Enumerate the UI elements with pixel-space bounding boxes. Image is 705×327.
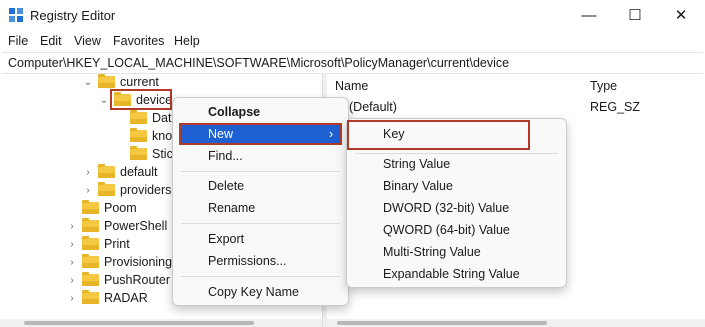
chevron-down-icon[interactable]: ⌄ (82, 77, 94, 88)
title-bar: Registry Editor — ☐ ✕ (0, 0, 705, 32)
menu-item-rename[interactable]: Rename (208, 197, 255, 219)
column-header-name[interactable]: Name (335, 79, 368, 93)
window-title: Registry Editor (30, 8, 116, 23)
context-menu: Collapse New › Find... Delete Rename Exp… (172, 97, 349, 306)
submenu-item-multi-string-value[interactable]: Multi-String Value (383, 241, 481, 263)
menu-item-find[interactable]: Find... (208, 145, 243, 167)
menu-help[interactable]: Help (174, 34, 200, 48)
highlight-box (110, 89, 172, 110)
folder-icon (130, 128, 147, 142)
tree-item-stic[interactable]: Stic (114, 145, 173, 163)
tree-item-label: Poom (104, 201, 137, 215)
tree-item-label: Print (104, 237, 130, 251)
menu-separator (181, 223, 340, 224)
chevron-right-icon[interactable]: › (66, 239, 78, 250)
maximize-button[interactable]: ☐ (612, 0, 658, 32)
values-horizontal-scrollbar[interactable] (327, 319, 705, 327)
address-path[interactable]: Computer\HKEY_LOCAL_MACHINE\SOFTWARE\Mic… (8, 56, 509, 70)
menu-separator (181, 276, 340, 277)
tree-item-label: PowerShell (104, 219, 168, 233)
folder-icon (82, 272, 99, 286)
submenu-item-string-value[interactable]: String Value (383, 153, 450, 175)
column-header-type[interactable]: Type (590, 79, 617, 93)
chevron-right-icon[interactable]: › (66, 221, 78, 232)
menu-item-permissions[interactable]: Permissions... (208, 250, 287, 272)
chevron-right-icon[interactable]: › (66, 257, 78, 268)
folder-icon (98, 164, 115, 178)
value-type: REG_SZ (590, 100, 641, 114)
menu-file[interactable]: File (8, 34, 28, 48)
tree-item-pushrouter[interactable]: › PushRouter (66, 271, 170, 289)
menu-view[interactable]: View (74, 34, 101, 48)
folder-icon (98, 74, 115, 88)
minimize-button[interactable]: — (566, 0, 612, 32)
scrollbar-thumb[interactable] (24, 321, 254, 325)
folder-icon (82, 236, 99, 250)
tree-item-kno[interactable]: kno (114, 127, 172, 145)
tree-item-radar[interactable]: › RADAR (66, 289, 148, 307)
close-button[interactable]: ✕ (658, 0, 704, 32)
tree-item-label: Stic (152, 147, 173, 161)
menu-favorites[interactable]: Favorites (113, 34, 164, 48)
menu-separator (181, 171, 340, 172)
folder-icon (82, 290, 99, 304)
highlight-box (347, 120, 530, 150)
chevron-down-icon[interactable]: ⌄ (98, 95, 110, 106)
tree-item-default[interactable]: › default (82, 163, 158, 181)
tree-item-providers[interactable]: › providers (82, 181, 171, 199)
highlight-box (179, 123, 342, 145)
tree-item-label: PushRouter (104, 273, 171, 287)
tree-item-poom[interactable]: Poom (66, 199, 137, 217)
submenu-item-dword-value[interactable]: DWORD (32-bit) Value (383, 197, 509, 219)
tree-item-label: default (120, 165, 158, 179)
tree-item-data[interactable]: Data (114, 109, 178, 127)
value-name[interactable]: (Default) (349, 100, 397, 114)
new-submenu: Key String Value Binary Value DWORD (32-… (346, 118, 567, 288)
menu-item-delete[interactable]: Delete (208, 175, 244, 197)
tree-item-label: providers (120, 183, 172, 197)
address-bar[interactable]: Computer\HKEY_LOCAL_MACHINE\SOFTWARE\Mic… (2, 52, 703, 74)
tree-item-label: Provisioning (104, 255, 173, 269)
tree-item-label: RADAR (104, 291, 148, 305)
chevron-right-icon[interactable]: › (66, 275, 78, 286)
folder-icon (130, 146, 147, 160)
tree-horizontal-scrollbar[interactable] (0, 319, 322, 327)
folder-icon (82, 218, 99, 232)
submenu-item-qword-value[interactable]: QWORD (64-bit) Value (383, 219, 510, 241)
chevron-right-icon[interactable]: › (66, 293, 78, 304)
tree-item-label: kno (152, 129, 173, 143)
folder-icon (130, 110, 147, 124)
chevron-right-icon[interactable]: › (82, 167, 94, 178)
menu-item-copy-key-name[interactable]: Copy Key Name (208, 281, 299, 303)
tree-item-label: current (120, 75, 159, 89)
folder-icon (98, 182, 115, 196)
folder-icon (82, 254, 99, 268)
menu-bar: File Edit View Favorites Help (0, 32, 705, 52)
tree-item-print[interactable]: › Print (66, 235, 130, 253)
submenu-item-expandable-string-value[interactable]: Expandable String Value (383, 263, 520, 285)
chevron-right-icon[interactable]: › (82, 185, 94, 196)
menu-edit[interactable]: Edit (40, 34, 62, 48)
scrollbar-thumb[interactable] (337, 321, 547, 325)
tree-item-powershell[interactable]: › PowerShell (66, 217, 167, 235)
tree-item-provisioning[interactable]: › Provisioning (66, 253, 172, 271)
submenu-item-binary-value[interactable]: Binary Value (383, 175, 453, 197)
menu-item-collapse[interactable]: Collapse (208, 101, 260, 123)
menu-item-export[interactable]: Export (208, 228, 244, 250)
folder-icon (82, 200, 99, 214)
registry-editor-icon (9, 8, 23, 22)
